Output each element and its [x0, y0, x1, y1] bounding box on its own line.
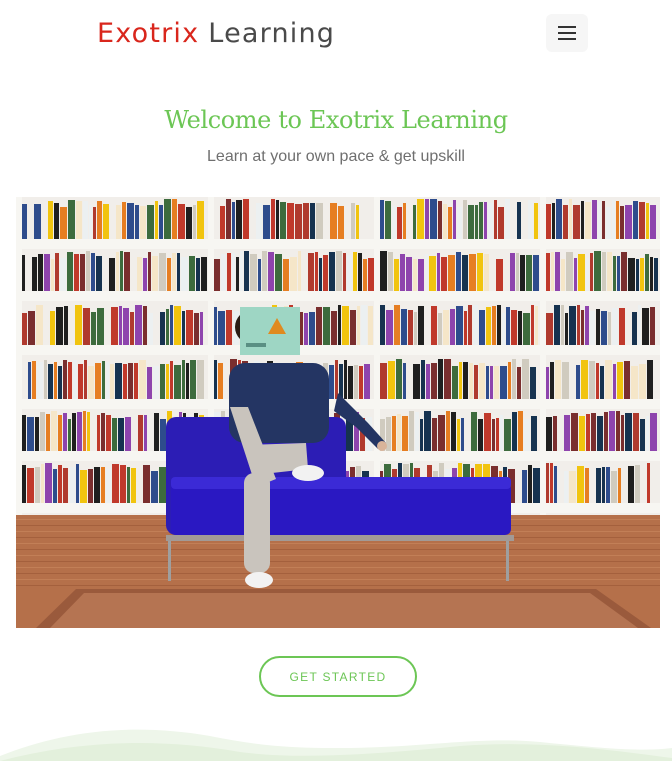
menu-line	[558, 32, 576, 34]
menu-line	[558, 26, 576, 28]
brand-name-part2: Learning	[208, 18, 336, 49]
hero-subtitle: Learn at your own pace & get upskill	[207, 148, 465, 165]
decorative-wave	[0, 729, 672, 761]
navbar: Exotrix Learning	[0, 0, 672, 72]
brand-logo[interactable]: Exotrix Learning	[97, 18, 335, 49]
hamburger-menu-button[interactable]	[546, 14, 588, 52]
hero-image	[16, 197, 660, 628]
get-started-button[interactable]: GET STARTED	[259, 656, 417, 697]
hero-title: Welcome to Exotrix Learning	[164, 106, 508, 134]
brand-name-part1: Exotrix	[97, 18, 200, 49]
menu-line	[558, 38, 576, 40]
